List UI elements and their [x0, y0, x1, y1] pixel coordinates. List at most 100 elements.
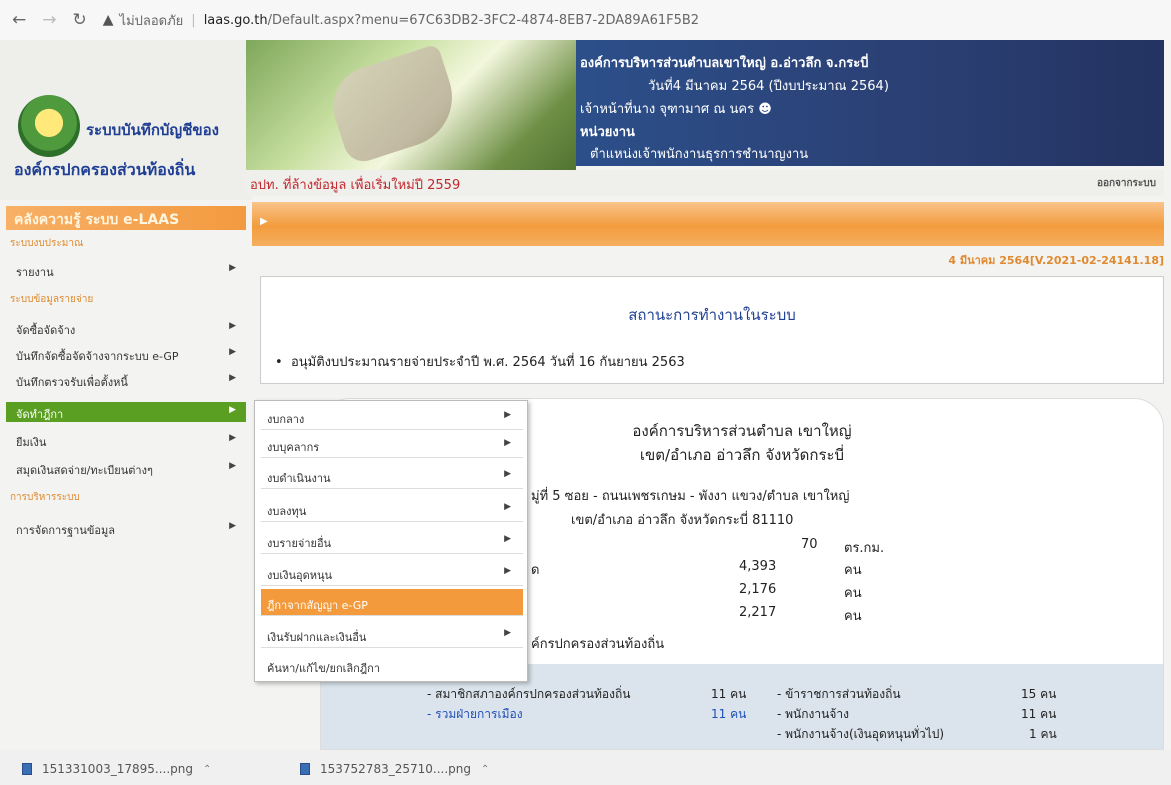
- population-total-unit: คน: [844, 563, 862, 578]
- chevron-up-icon[interactable]: ⌃: [203, 764, 211, 775]
- area-value: 70: [801, 537, 818, 552]
- download-filename: 153752783_25710....png: [320, 762, 471, 776]
- menu-bar: ▶: [252, 202, 1164, 246]
- sidebar-item-borrow[interactable]: ยืมเงิน ▶: [6, 430, 246, 450]
- sidebar: คลังความรู้ ระบบ e-LAAS ระบบงบประมาณ ราย…: [0, 200, 252, 550]
- chevron-right-icon: ▶: [229, 321, 236, 331]
- sidebar-item-database[interactable]: การจัดการฐานข้อมูล ▶: [6, 518, 246, 538]
- browser-toolbar: ← → ↻ ▲ ไม่ปลอดภัย | laas.go.th /Default…: [0, 0, 1171, 40]
- sidebar-item-procurement[interactable]: จัดซื้อจัดจ้าง ▶: [6, 318, 246, 338]
- menu-arrow-icon: ▶: [260, 216, 268, 227]
- political-staff-count: 11 คน: [711, 707, 747, 721]
- logout-link[interactable]: ออกจากระบบ: [1097, 176, 1156, 191]
- chevron-right-icon: ▶: [229, 373, 236, 383]
- submenu-item-egp-voucher[interactable]: ฎีกาจากสัญญา e-GP: [261, 589, 523, 616]
- org-name: องค์การบริหารส่วนตำบลเขาใหญ่ อ.อ่าวลึก จ…: [580, 56, 869, 71]
- chevron-right-icon: ▶: [504, 566, 511, 576]
- version-label: 4 มีนาคม 2564[V.2021-02-24141.18]: [948, 254, 1164, 267]
- submenu-item-deposits[interactable]: เงินรับฝากและเงินอื่น ▶: [261, 621, 523, 648]
- submenu-item-other-expense[interactable]: งบรายจ่ายอื่น ▶: [261, 527, 523, 554]
- population-female-unit: คน: [844, 609, 862, 624]
- url-host[interactable]: laas.go.th: [204, 13, 268, 28]
- submenu-item-investment-budget[interactable]: งบลงทุน ▶: [261, 495, 523, 522]
- status-title: สถานะการทำงานในระบบ: [628, 306, 796, 324]
- sidebar-item-label: รายงาน: [16, 266, 54, 279]
- user-icon[interactable]: ☻: [758, 102, 772, 117]
- image-file-icon: [22, 763, 32, 775]
- notice-bar: อปท. ที่ล้างข้อมูล เพื่อเริ่มใหม่ปี 2559…: [246, 170, 1164, 196]
- civil-servants-count: 15 คน: [1021, 687, 1057, 701]
- submenu-item-search-voucher[interactable]: ค้นหา/แก้ไข/ยกเลิกฎีกา: [261, 652, 523, 679]
- knowledge-banner[interactable]: คลังความรู้ ระบบ e-LAAS: [6, 206, 246, 230]
- download-item[interactable]: 153752783_25710....png ⌃: [300, 762, 489, 776]
- chevron-right-icon: ▶: [229, 461, 236, 471]
- population-total: 4,393: [739, 559, 777, 574]
- political-staff-link[interactable]: - รวมฝ่ายการเมือง: [427, 705, 523, 724]
- population-male-unit: คน: [844, 586, 862, 601]
- sidebar-section-admin: การบริหารระบบ: [10, 492, 80, 503]
- sidebar-item-egp-procurement[interactable]: บันทึกจัดซื้อจัดจ้างจากระบบ e-GP ▶: [6, 344, 246, 364]
- population-male: 2,176: [739, 582, 777, 597]
- employees-label: - พนักงานจ้าง: [777, 707, 849, 721]
- voucher-submenu: งบกลาง ▶ งบบุคลากร ▶ งบดำเนินงาน ▶ งบลงทุน ▶…: [254, 400, 528, 682]
- forward-icon[interactable]: →: [42, 11, 56, 29]
- chevron-right-icon: ▶: [229, 263, 236, 273]
- chevron-right-icon: ▶: [229, 433, 236, 443]
- bullet-icon: •: [275, 355, 291, 370]
- civil-servants-label: - ข้าราชการส่วนท้องถิ่น: [777, 687, 901, 701]
- submenu-item-label: ฎีกาจากสัญญา e-GP: [267, 599, 368, 612]
- employees-subsidy-label: - พนักงานจ้าง(เงินอุดหนุนทั่วไป): [777, 727, 945, 741]
- download-filename: 151331003_17895....png: [42, 762, 193, 776]
- reload-icon[interactable]: ↻: [73, 11, 87, 29]
- submenu-item-label: ค้นหา/แก้ไข/ยกเลิกฎีกา: [267, 662, 381, 675]
- status-item: • อนุมัติงบประมาณรายจ่ายประจำปี พ.ศ. 256…: [275, 351, 685, 372]
- hand-card-image: [323, 43, 465, 167]
- chevron-right-icon: ▶: [504, 502, 511, 512]
- council-members-count: 11 คน: [711, 687, 747, 701]
- sidebar-item-report[interactable]: รายงาน ▶: [6, 260, 246, 280]
- chevron-up-icon[interactable]: ⌃: [481, 764, 489, 775]
- insecure-label[interactable]: ไม่ปลอดภัย: [120, 10, 184, 31]
- sidebar-item-label: การจัดการฐานข้อมูล: [16, 524, 115, 537]
- sidebar-item-inspection[interactable]: บันทึกตรวจรับเพื่อตั้งหนี้ ▶: [6, 370, 246, 390]
- org-address-line1: มู่ที่ 5 ซอย - ถนนเพชรเกษม - พังงา แขวง/…: [531, 489, 850, 504]
- area-unit: ตร.กม.: [844, 541, 885, 556]
- sidebar-section-budget: ระบบงบประมาณ: [10, 238, 84, 249]
- sidebar-section-expense: ระบบข้อมูลรายจ่าย: [10, 294, 94, 305]
- submenu-item-operating-budget[interactable]: งบดำเนินงาน ▶: [261, 462, 523, 489]
- chevron-right-icon: ▶: [229, 521, 236, 531]
- sidebar-item-label: จัดซื้อจัดจ้าง: [16, 324, 76, 337]
- unit-label: หน่วยงาน: [580, 125, 635, 140]
- back-icon[interactable]: ←: [12, 11, 26, 29]
- logo-title-line1: ระบบบันทึกบัญชีของ: [86, 121, 219, 139]
- address-separator: |: [191, 12, 196, 28]
- sidebar-item-voucher[interactable]: จัดทำฎีกา ▶: [6, 402, 246, 422]
- user-info-box: องค์การบริหารส่วนตำบลเขาใหญ่ อ.อ่าวลึก จ…: [576, 40, 1164, 166]
- submenu-item-subsidy-budget[interactable]: งบเงินอุดหนุน ▶: [261, 559, 523, 586]
- url-path[interactable]: /Default.aspx?menu=67C63DB2-3FC2-4874-8E…: [268, 13, 699, 28]
- notice-text: อปท. ที่ล้างข้อมูล เพื่อเริ่มใหม่ปี 2559: [250, 178, 461, 193]
- image-file-icon: [300, 763, 310, 775]
- download-item[interactable]: 151331003_17895....png ⌃: [22, 762, 211, 776]
- submenu-item-label: งบดำเนินงาน: [267, 472, 331, 485]
- employees-count: 11 คน: [1021, 707, 1057, 721]
- logo-area: ระบบบันทึกบัญชีของ องค์กรปกครองส่วนท้องถ…: [0, 40, 252, 200]
- submenu-item-label: งบบุคลากร: [267, 441, 320, 454]
- current-date: วันที่4 มีนาคม 2564 (ปีงบประมาณ 2564): [648, 79, 889, 94]
- submenu-item-label: งบลงทุน: [267, 505, 307, 518]
- chevron-right-icon: ▶: [229, 405, 236, 415]
- logo-title-line2: องค์กรปกครองส่วนท้องถิ่น: [14, 160, 196, 179]
- sidebar-item-cashbook[interactable]: สมุดเงินสดจ่าย/ทะเบียนต่างๆ ▶: [6, 458, 246, 478]
- status-item-text: อนุมัติงบประมาณรายจ่ายประจำปี พ.ศ. 2564 …: [290, 355, 685, 370]
- submenu-item-label: งบกลาง: [267, 413, 305, 426]
- sidebar-item-label: จัดทำฎีกา: [16, 408, 64, 421]
- submenu-item-label: เงินรับฝากและเงินอื่น: [267, 631, 367, 644]
- chevron-right-icon: ▶: [504, 410, 511, 420]
- submenu-item-personnel-budget[interactable]: งบบุคลากร ▶: [261, 431, 523, 458]
- chevron-right-icon: ▶: [504, 469, 511, 479]
- warning-icon[interactable]: ▲: [103, 12, 114, 28]
- dla-seal-icon: [18, 95, 80, 157]
- chevron-right-icon: ▶: [229, 347, 236, 357]
- submenu-item-central-budget[interactable]: งบกลาง ▶: [261, 403, 523, 430]
- sidebar-item-label: บันทึกตรวจรับเพื่อตั้งหนี้: [16, 376, 128, 389]
